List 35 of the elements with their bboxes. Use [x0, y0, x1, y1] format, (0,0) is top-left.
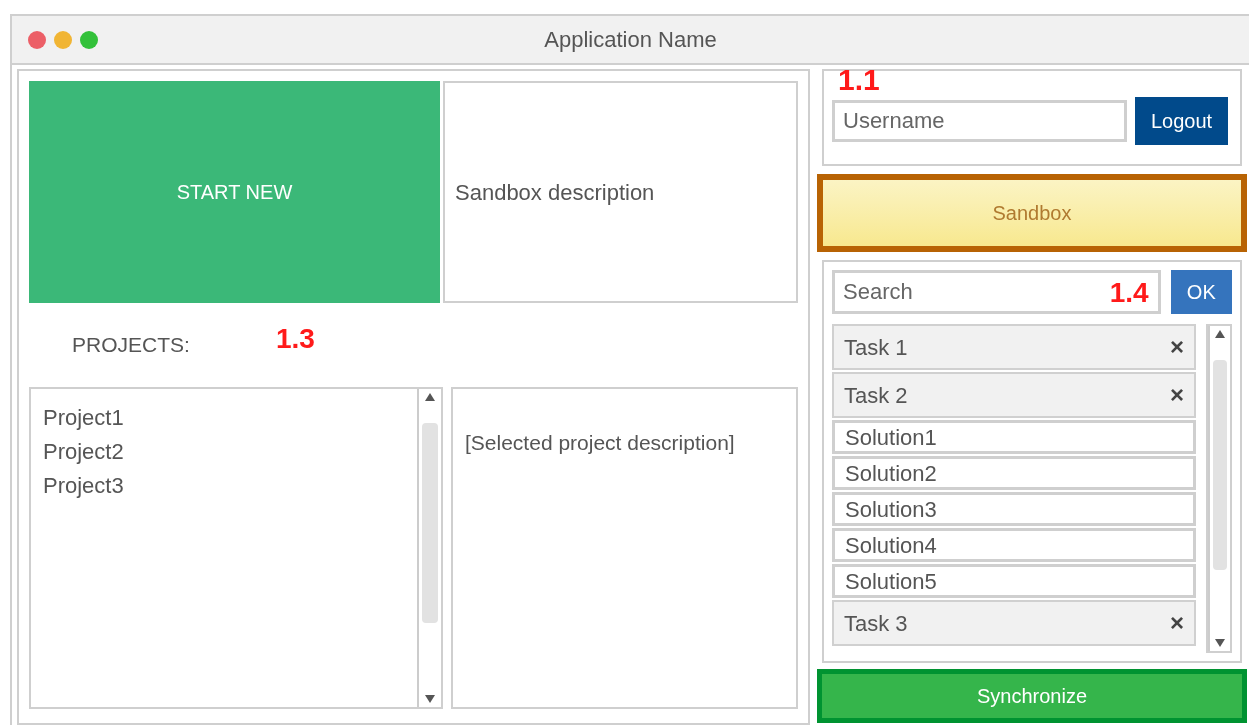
ok-button[interactable]: OK: [1170, 270, 1232, 314]
scrollbar[interactable]: [1208, 326, 1230, 651]
window-title: Application Name: [544, 26, 717, 54]
scroll-down-icon[interactable]: [1215, 639, 1225, 647]
task-item[interactable]: Task 3 ×: [832, 600, 1196, 646]
username-field[interactable]: Username: [832, 100, 1127, 142]
solution-item[interactable]: Solution1: [832, 420, 1196, 454]
maximize-icon[interactable]: [80, 30, 98, 49]
scroll-down-icon[interactable]: [425, 695, 435, 703]
remove-button[interactable]: ×: [1170, 611, 1184, 635]
logout-button[interactable]: Logout: [1135, 97, 1228, 145]
minimize-icon[interactable]: [54, 30, 72, 49]
remove-button[interactable]: ×: [1170, 335, 1184, 359]
project-item[interactable]: Project2: [43, 435, 405, 469]
scroll-thumb[interactable]: [1213, 360, 1227, 570]
annotation-label: 1.3: [276, 322, 315, 356]
scrollbar[interactable]: [417, 389, 441, 707]
remove-button[interactable]: ×: [1170, 383, 1184, 407]
solution-item[interactable]: Solution2: [832, 456, 1196, 490]
scroll-up-icon[interactable]: [425, 393, 435, 401]
solution-item[interactable]: Solution4: [832, 528, 1196, 562]
scroll-thumb[interactable]: [422, 423, 438, 623]
task-item[interactable]: Task 2 ×: [832, 372, 1196, 418]
scroll-up-icon[interactable]: [1215, 330, 1225, 338]
task-item[interactable]: Task 1 ×: [832, 324, 1196, 370]
projects-label: PROJECTS:: [72, 332, 191, 359]
project-item[interactable]: Project3: [43, 469, 405, 503]
close-icon[interactable]: [28, 30, 46, 49]
sandbox-description: Sandbox description: [455, 178, 655, 207]
annotation-label: 1.1: [838, 65, 880, 95]
solution-item[interactable]: Solution3: [832, 492, 1196, 526]
project-description: [Selected project description]: [465, 431, 735, 454]
solution-item[interactable]: Solution5: [832, 564, 1196, 598]
project-item[interactable]: Project1: [43, 401, 405, 435]
annotation-label: 1.4: [1109, 276, 1149, 310]
